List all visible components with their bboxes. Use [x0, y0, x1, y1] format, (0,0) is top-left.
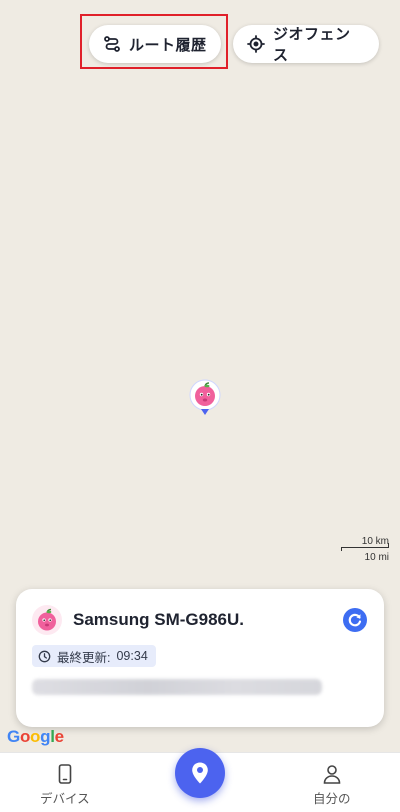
phone-icon	[54, 763, 76, 785]
google-letter: g	[40, 727, 51, 746]
last-updated-label: 最終更新:	[57, 650, 111, 665]
scale-km-label: 10 km	[361, 536, 389, 547]
google-logo: Google	[7, 727, 64, 747]
google-letter: o	[30, 727, 41, 746]
device-location-marker[interactable]	[189, 379, 221, 417]
last-updated-time: 09:34	[116, 649, 148, 663]
nav-self-label: 自分の	[313, 792, 351, 806]
geofence-label: ジオフェンス	[273, 26, 351, 64]
scale-mi-label: 10 mi	[364, 552, 389, 563]
google-letter: e	[54, 727, 64, 746]
crosshair-icon	[247, 35, 265, 53]
device-avatar-icon	[32, 605, 62, 635]
refresh-icon[interactable]	[343, 608, 367, 632]
nav-devices-label: デバイス	[40, 792, 90, 806]
nav-self[interactable]: 自分の	[313, 763, 351, 807]
google-letter: o	[19, 727, 31, 746]
location-fab-button[interactable]	[175, 748, 225, 798]
device-info-card[interactable]: Samsung SM-G986U. 最終更新: 09:34	[16, 589, 384, 727]
device-name: Samsung SM-G986U.	[73, 610, 244, 629]
device-address-blurred	[32, 679, 322, 695]
last-updated-badge: 最終更新: 09:34	[32, 645, 156, 667]
selection-highlight-box	[80, 14, 228, 69]
clock-icon	[38, 650, 51, 663]
location-pin-icon	[187, 760, 213, 786]
scale-bar	[341, 543, 389, 551]
nav-devices[interactable]: デバイス	[40, 763, 90, 807]
google-letter: G	[7, 727, 20, 746]
geofence-button[interactable]: ジオフェンス	[233, 25, 379, 64]
person-icon	[321, 763, 343, 785]
map-scale: 10 km 10 mi	[341, 536, 391, 564]
